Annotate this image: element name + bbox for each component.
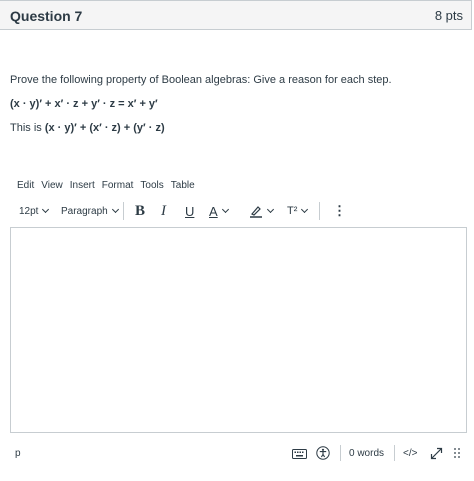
statusbar-divider [340,445,341,461]
superscript-button[interactable]: T² [287,202,309,220]
question-expression: (x · y)′ + x′ · z + y′ · z = x′ + y′ [10,98,158,110]
keyboard-icon [292,449,307,459]
toolbar-divider [319,202,320,220]
editor-menubar: Edit View Insert Format Tools Table [17,180,202,191]
editor-toolbar: 12pt Paragraph B I U A T² ⋮ [17,202,457,220]
font-size-select[interactable]: 12pt [19,202,50,220]
statusbar-divider [394,445,395,461]
chevron-down-icon [42,205,50,214]
question-points: 8 pts [434,8,463,23]
accessibility-icon [316,446,330,460]
highlight-color-icon [250,206,262,218]
element-path[interactable]: p [15,443,21,463]
rewrite-label: This is [10,122,45,134]
word-count[interactable]: 0 words [349,443,384,463]
chevron-down-icon [301,205,309,214]
block-format-select[interactable]: Paragraph [61,202,119,220]
question-rewrite: This is (x · y)′ + (x′ · z) + (y′ · z) [10,122,165,134]
menu-view[interactable]: View [41,180,63,191]
bold-button[interactable]: B [135,202,145,220]
chevron-down-icon [221,205,229,214]
highlight-color-button[interactable] [249,202,275,220]
html-editor-toggle[interactable]: </> [403,443,417,463]
superscript-icon: T² [287,205,298,217]
font-size-value: 12pt [19,205,39,217]
fullscreen-button[interactable] [430,443,443,463]
rich-text-editor[interactable] [10,227,467,433]
fullscreen-icon [430,447,443,459]
text-color-button[interactable]: A [209,202,229,220]
menu-tools[interactable]: Tools [140,180,163,191]
resize-handle[interactable] [453,443,461,463]
rewrite-expression: (x · y)′ + (x′ · z) + (y′ · z) [44,122,165,134]
italic-button[interactable]: I [161,202,166,220]
underline-button[interactable]: U [185,202,194,220]
menu-format[interactable]: Format [102,180,134,191]
more-options-button[interactable]: ⋮ [333,202,346,220]
question-header: Question 7 8 pts [0,0,472,30]
question-title: Question 7 [10,8,83,24]
editor-statusbar: p 0 words </> [10,443,467,463]
menu-insert[interactable]: Insert [70,180,95,191]
block-format-value: Paragraph [61,205,108,217]
menu-table[interactable]: Table [171,180,195,191]
toolbar-divider [123,202,124,220]
keyboard-shortcuts-button[interactable] [292,443,307,463]
question-prompt: Prove the following property of Boolean … [10,74,392,86]
menu-edit[interactable]: Edit [17,180,34,191]
text-color-icon: A [209,203,218,219]
accessibility-checker-button[interactable] [316,443,330,463]
chevron-down-icon [111,205,119,214]
resize-handle-icon [454,448,460,458]
chevron-down-icon [266,205,275,214]
